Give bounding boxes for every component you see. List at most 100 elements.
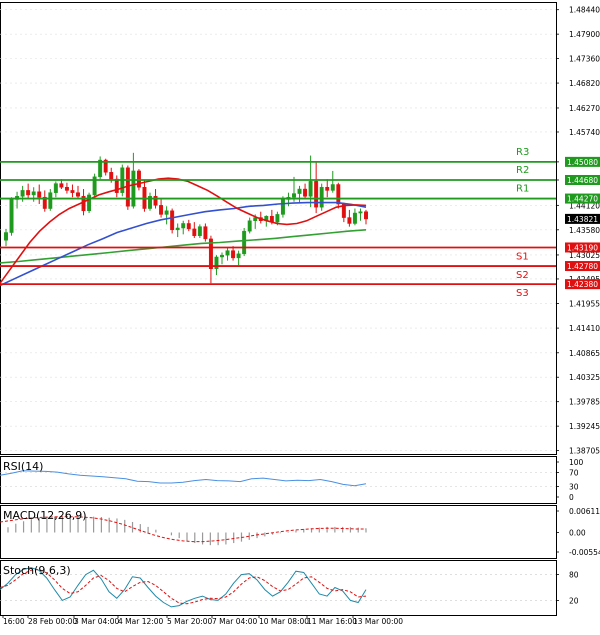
y-tick-label: 1.40865 xyxy=(569,349,600,358)
rsi-line xyxy=(0,470,367,487)
x-tick-label: 16:00 xyxy=(3,617,25,626)
level-price-label: 1.43190 xyxy=(567,243,598,252)
y-tick-label: 1.46270 xyxy=(569,104,600,113)
y-tick-label: 1.46820 xyxy=(569,79,600,88)
y-tick-label: 0.006118 xyxy=(569,507,600,516)
candle-body xyxy=(109,172,114,180)
y-tick-label: 1.48440 xyxy=(569,6,600,15)
candle-body xyxy=(247,220,252,232)
candle-body xyxy=(242,230,247,255)
candle-body xyxy=(303,188,308,197)
candle-body xyxy=(330,184,335,191)
x-tick-label: 28 Feb 00:00 xyxy=(28,617,77,626)
candle-body xyxy=(214,256,219,270)
candle-body xyxy=(319,186,324,208)
candle-body xyxy=(325,186,330,191)
candle-body xyxy=(76,192,80,197)
y-tick-label: 1.39245 xyxy=(569,422,600,431)
level-label-r2: R2 xyxy=(516,165,529,176)
chart: 1.48440 1.47900 1.47360 1.46820 1.46270 1.457… xyxy=(0,0,600,631)
pane-title: MACD(12,26,9) xyxy=(3,509,87,522)
y-tick-label: 1.47360 xyxy=(569,55,600,64)
x-tick-label: 5 Mar 20:00 xyxy=(167,617,213,626)
pane-frames xyxy=(0,2,557,616)
level-price-label: 1.44680 xyxy=(567,176,598,185)
candle-body xyxy=(231,250,236,259)
candle-body xyxy=(136,170,141,188)
candle-body xyxy=(159,205,164,215)
y-tick-label: 1.45740 xyxy=(569,128,600,137)
y-tick-label: 1.41410 xyxy=(569,324,600,333)
candle-body xyxy=(4,232,8,241)
candle-body xyxy=(292,193,296,198)
y-tick-label: 20 xyxy=(569,596,579,605)
y-tick-label: 0 xyxy=(569,493,574,502)
y-tick-label: 100 xyxy=(569,458,584,467)
candle-body xyxy=(70,190,75,193)
candle-body xyxy=(225,250,230,256)
candle-body xyxy=(308,181,313,197)
x-tick-label: 4 Mar 12:00 xyxy=(118,617,164,626)
macd-pane: 0.006118 0.00 -0.005546 MACD(12,26,9) xyxy=(0,507,600,557)
y-tick-label: 1.40325 xyxy=(569,373,600,382)
pane-title: RSI(14) xyxy=(3,460,43,473)
level-price-label: 1.42380 xyxy=(567,280,598,289)
candle-body xyxy=(197,226,202,236)
level-label-s2: S2 xyxy=(516,270,529,281)
candle-body xyxy=(352,212,357,224)
level-price-label: 1.45080 xyxy=(567,158,598,167)
y-tick-label: 0.00 xyxy=(569,529,586,538)
pane-title: Stoch(9,6,3) xyxy=(3,564,71,577)
candle-body xyxy=(175,227,180,231)
level-price-label: 1.42780 xyxy=(567,262,598,271)
x-tick-label: 10 Mar 08:00 xyxy=(259,617,309,626)
level-label-r1: R1 xyxy=(516,184,529,195)
candle-body xyxy=(153,196,158,206)
y-tick-label: 1.38705 xyxy=(569,447,600,456)
candle-body xyxy=(297,188,302,194)
y-tick-label: 1.39785 xyxy=(569,398,600,407)
candle-body xyxy=(347,217,352,224)
level-label-s1: S1 xyxy=(516,251,529,262)
candle-body xyxy=(9,199,14,233)
candle-body xyxy=(164,210,169,215)
candle-body xyxy=(31,191,36,196)
candle-body xyxy=(53,183,58,193)
y-tick-label: 70 xyxy=(569,469,579,478)
stoch-pane: 80 20 Stoch(9,6,3) xyxy=(0,564,579,608)
candle-body xyxy=(275,214,280,223)
x-tick-label: 7 Mar 04:00 xyxy=(212,617,258,626)
current-price-label: 1.43821 xyxy=(567,215,598,224)
level-label-s3: S3 xyxy=(516,288,529,299)
ma-green-line xyxy=(0,229,367,264)
candle-body xyxy=(37,191,42,198)
candle-body xyxy=(131,170,136,207)
y-tick-label: 1.47900 xyxy=(569,30,600,39)
grid-lines xyxy=(0,9,556,451)
candle-body xyxy=(186,223,191,230)
candle-body xyxy=(192,228,197,236)
candle-body xyxy=(87,194,92,212)
candle-body xyxy=(358,211,363,214)
candle-body xyxy=(203,226,208,240)
chart-canvas: 1.48440 1.47900 1.47360 1.46820 1.46270 1.457… xyxy=(0,2,600,626)
candle-body xyxy=(336,184,341,205)
main-pane: 1.48440 1.47900 1.47360 1.46820 1.46270 1.457… xyxy=(0,6,600,456)
candle-body xyxy=(48,192,53,209)
x-axis: 16:00 28 Feb 00:003 Mar 04:004 Mar 12:00 5… xyxy=(2,615,403,626)
pane-frame xyxy=(0,560,557,616)
candle-body xyxy=(26,190,31,196)
y-tick-label: -0.005546 xyxy=(569,548,600,557)
x-tick-label: 11 Mar 16:00 xyxy=(307,617,357,626)
candle-body xyxy=(64,186,69,191)
candle-body xyxy=(236,253,241,259)
candle-body xyxy=(280,199,285,215)
candle-body xyxy=(220,254,224,258)
level-price-label: 1.44270 xyxy=(567,195,598,204)
y-tick-label: 30 xyxy=(569,483,579,492)
candle-body xyxy=(181,223,186,229)
candle-body xyxy=(170,210,175,231)
x-tick-label: 3 Mar 04:00 xyxy=(74,617,120,626)
x-tick-label: 13 Mar 00:00 xyxy=(353,617,403,626)
ma-blue-line xyxy=(0,201,367,287)
